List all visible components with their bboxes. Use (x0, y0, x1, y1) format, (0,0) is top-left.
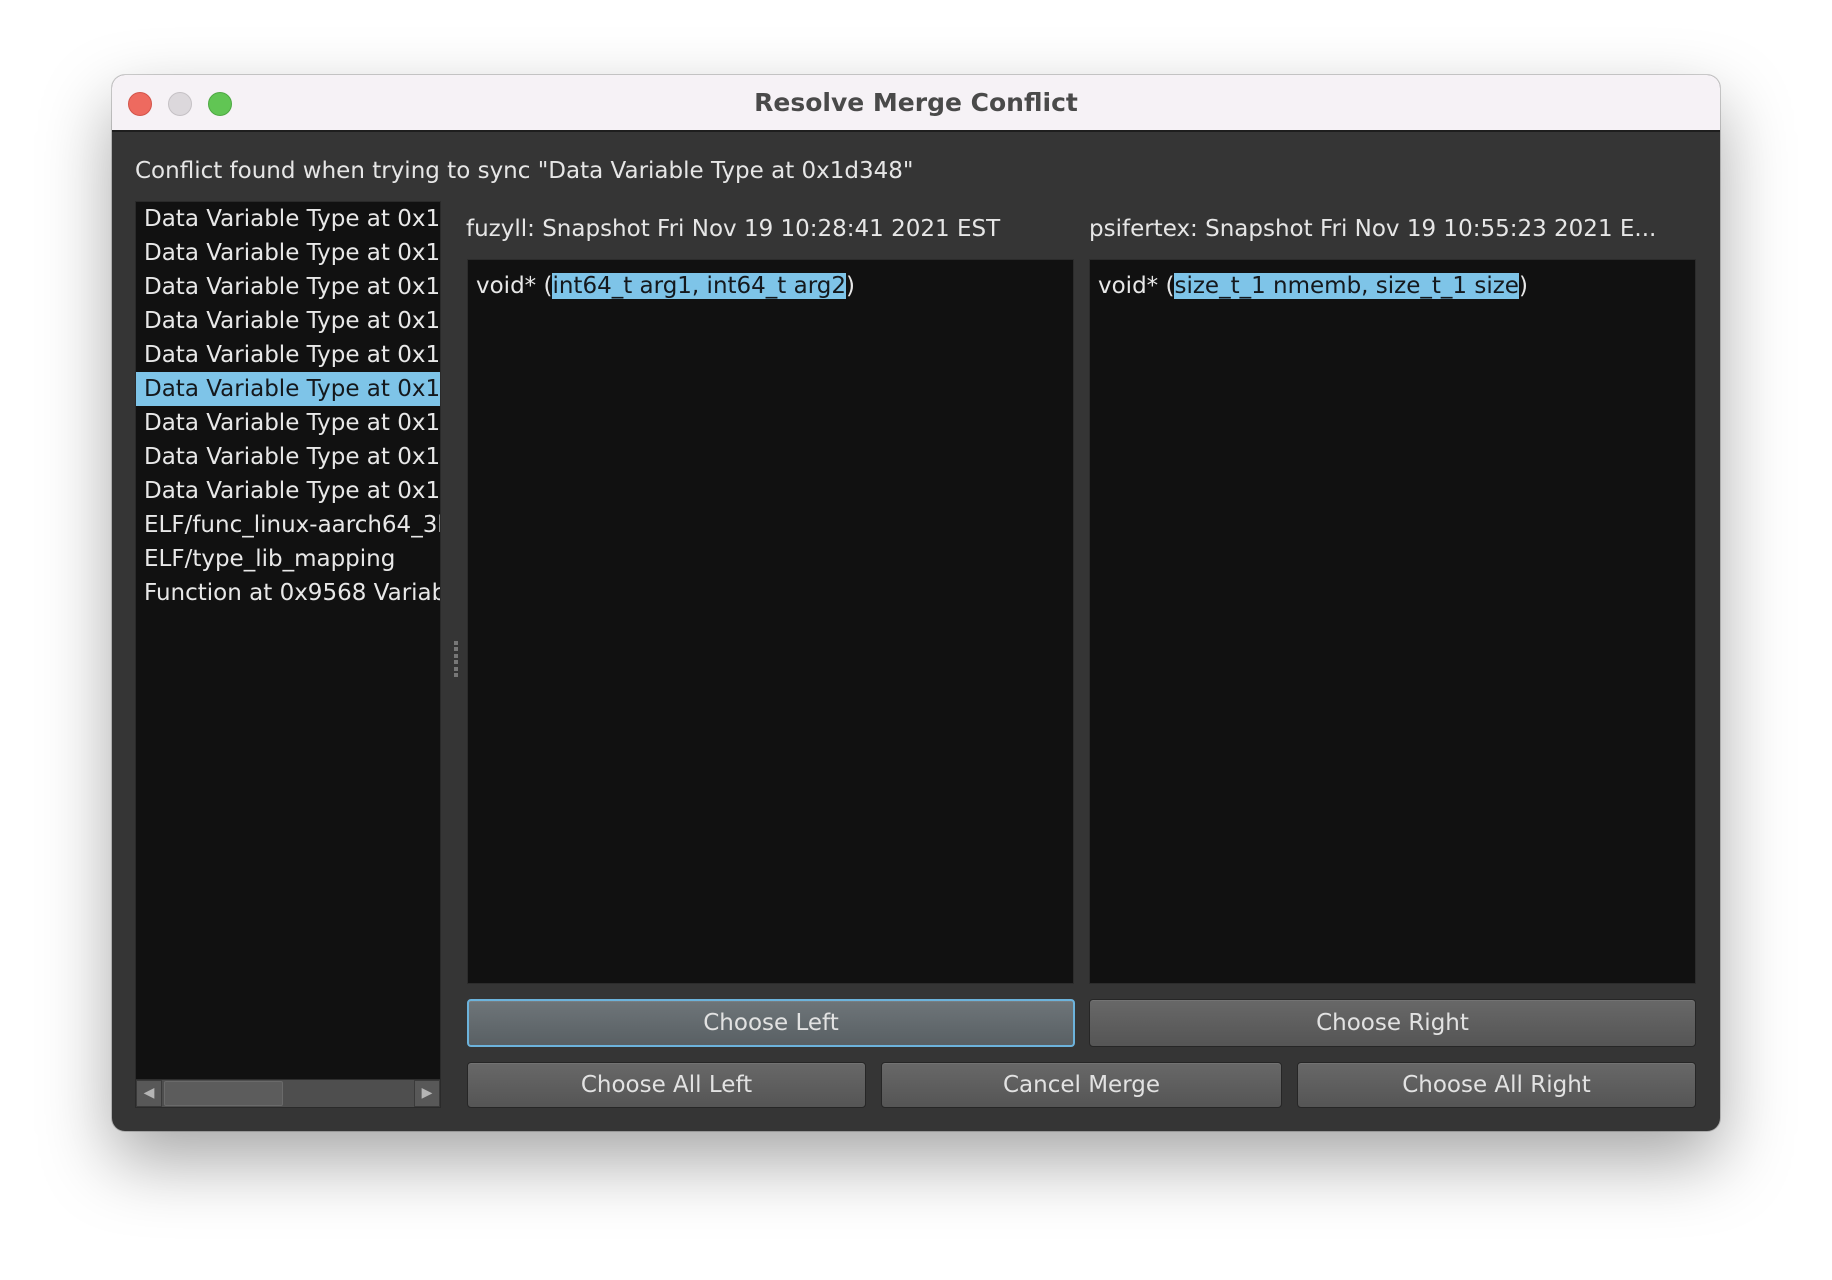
left-code-prefix: void* ( (476, 273, 553, 299)
right-snapshot-label: psifertex: Snapshot Fri Nov 19 10:55:23 … (1089, 216, 1657, 242)
conflict-list-item[interactable]: Data Variable Type at 0x1c (136, 338, 440, 372)
conflict-list-item[interactable]: Data Variable Type at 0x1d (136, 406, 440, 440)
right-code-suffix: ) (1518, 273, 1528, 299)
left-type-text[interactable]: void* (int64_t arg1, int64_t arg2) (476, 269, 855, 303)
grip-dot-icon (454, 641, 458, 645)
title-bar: Resolve Merge Conflict (112, 75, 1720, 132)
conflict-list-item[interactable]: ELF/type_lib_mapping (136, 542, 440, 576)
choose-all-right-button[interactable]: Choose All Right (1297, 1062, 1696, 1108)
conflict-list-item[interactable]: Data Variable Type at 0x1c (136, 236, 440, 270)
conflict-list-item-selected[interactable]: Data Variable Type at 0x1d (136, 372, 440, 406)
left-version-pane[interactable]: void* (int64_t arg1, int64_t arg2) (467, 259, 1074, 984)
scroll-left-arrow-icon[interactable]: ◀ (136, 1080, 162, 1107)
grip-dot-icon (454, 666, 458, 671)
conflict-list-item[interactable]: Data Variable Type at 0x1c (136, 202, 440, 236)
scrollbar-thumb[interactable] (164, 1081, 283, 1106)
splitter-handle[interactable] (452, 641, 460, 677)
choose-left-button[interactable]: Choose Left (467, 999, 1075, 1047)
choose-right-button[interactable]: Choose Right (1089, 999, 1696, 1047)
grip-dot-icon (454, 653, 458, 658)
right-code-diff-highlight: size_t_1 nmemb, size_t_1 size (1174, 273, 1519, 299)
grip-dot-icon (454, 647, 458, 652)
scroll-right-arrow-icon[interactable]: ▶ (414, 1080, 440, 1107)
conflict-list-item[interactable]: Data Variable Type at 0x1c (136, 270, 440, 304)
conflict-list-items: Data Variable Type at 0x1c Data Variable … (136, 202, 440, 610)
window-title: Resolve Merge Conflict (754, 88, 1078, 117)
horizontal-scrollbar[interactable]: ◀ ▶ (136, 1079, 440, 1107)
right-type-text[interactable]: void* (size_t_1 nmemb, size_t_1 size) (1098, 269, 1528, 303)
grip-dot-icon (454, 660, 458, 665)
conflict-message: Conflict found when trying to sync "Data… (135, 158, 914, 184)
conflict-list-item[interactable]: Data Variable Type at 0x1c (136, 304, 440, 338)
right-version-pane[interactable]: void* (size_t_1 nmemb, size_t_1 size) (1089, 259, 1696, 984)
left-code-suffix: ) (846, 273, 855, 299)
resolve-merge-conflict-window: Resolve Merge Conflict Conflict found wh… (112, 75, 1720, 1131)
cancel-merge-button[interactable]: Cancel Merge (881, 1062, 1282, 1108)
conflict-list[interactable]: Data Variable Type at 0x1c Data Variable … (135, 201, 441, 1108)
conflict-list-item[interactable]: Function at 0x9568 Variabl (136, 576, 440, 610)
conflict-list-item[interactable]: Data Variable Type at 0x1d (136, 440, 440, 474)
choose-all-left-button[interactable]: Choose All Left (467, 1062, 866, 1108)
right-code-prefix: void* ( (1098, 273, 1175, 299)
conflict-list-item[interactable]: Data Variable Type at 0x1d (136, 474, 440, 508)
left-code-diff-highlight: int64_t arg1, int64_t arg2 (552, 273, 847, 299)
left-snapshot-label: fuzyll: Snapshot Fri Nov 19 10:28:41 202… (466, 216, 1001, 242)
conflict-list-item[interactable]: ELF/func_linux-aarch64_3b (136, 508, 440, 542)
grip-dot-icon (454, 672, 458, 677)
